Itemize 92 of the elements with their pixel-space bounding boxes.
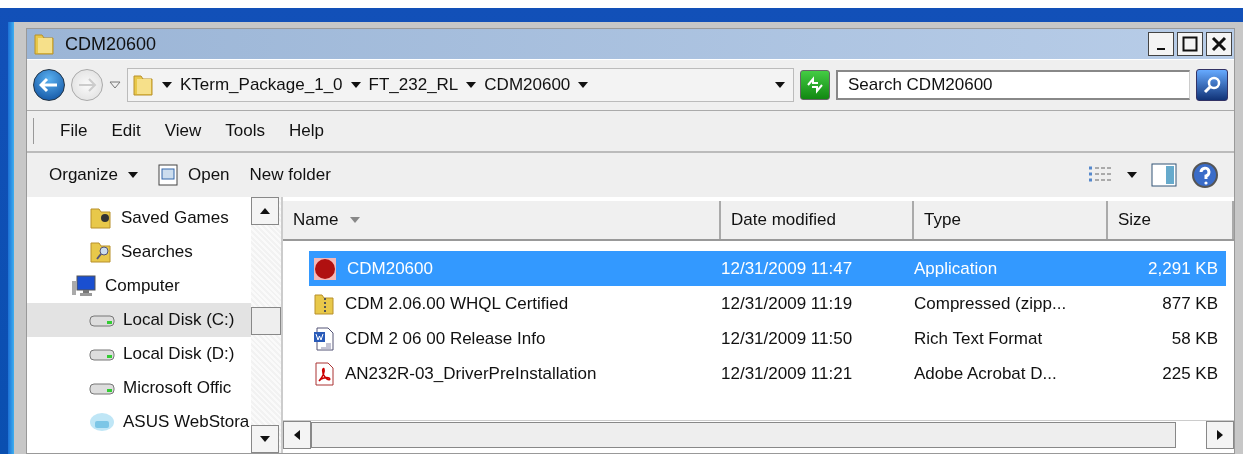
folder-icon (33, 32, 55, 56)
sort-caret-icon (350, 217, 361, 223)
preview-pane-button[interactable] (1148, 160, 1180, 190)
close-button[interactable] (1206, 32, 1232, 56)
sidebar-item[interactable]: Microsoft Offic (27, 371, 251, 405)
drive-icon (89, 347, 115, 361)
down-arrow-icon (260, 436, 270, 442)
sidebar-item[interactable]: Computer (27, 269, 251, 303)
search-folder-icon (89, 240, 113, 264)
search-button[interactable] (1196, 69, 1228, 101)
word-document-icon (313, 326, 335, 351)
file-name: CDM 2 06 00 Release Info (345, 328, 546, 349)
sidebar-item[interactable]: ASUS WebStora (27, 405, 251, 439)
close-icon (1211, 36, 1227, 52)
breadcrumb[interactable]: FT_232_RL (368, 75, 459, 95)
sidebar-item[interactable]: Saved Games (27, 201, 251, 235)
drive-icon (89, 381, 115, 395)
file-name: AN232R-03_DriverPreInstallation (345, 363, 597, 384)
chevron-icon (350, 82, 361, 88)
sidebar-item[interactable]: Local Disk (D:) (27, 337, 251, 371)
computer-icon (71, 275, 97, 297)
left-arrow-icon (294, 430, 300, 440)
size-cell-text: 877 KB (1161, 293, 1218, 314)
search-field[interactable]: Search CDM20600 (836, 70, 1190, 100)
size-cell-text: 225 KB (1161, 363, 1218, 384)
date-cell-text: 12/31/2009 11:19 (721, 293, 854, 314)
type-cell-text: Adobe Acrobat D... (914, 363, 1058, 384)
chevron-icon (162, 82, 172, 88)
scroll-right-button[interactable] (1206, 421, 1234, 449)
search-icon (1202, 75, 1222, 95)
file-row[interactable]: CDM 2 06 00 Release Info 12/31/2009 11:50 Rich Text Format 58 KB (309, 321, 1226, 356)
pdf-icon (313, 361, 335, 386)
folder-icon (89, 206, 113, 230)
caret-icon (128, 172, 138, 178)
refresh-button[interactable] (800, 70, 830, 100)
dropdown-icon (775, 82, 785, 88)
caret-icon (1127, 172, 1137, 178)
horizontal-scrollbar[interactable] (283, 420, 1234, 449)
menu-item[interactable]: View (152, 117, 214, 145)
type-cell-text: Rich Text Format (914, 328, 1044, 349)
breadcrumb[interactable]: KTerm_Package_1_0 (180, 75, 343, 95)
back-arrow-icon (39, 77, 59, 93)
application-icon (313, 256, 337, 281)
menu-item[interactable]: Edit (99, 117, 153, 145)
preview-pane-icon (1151, 163, 1177, 187)
file-name: CDM 2.06.00 WHQL Certified (345, 293, 569, 314)
details-view-icon (1087, 165, 1113, 185)
type-cell-text: Application (914, 258, 999, 279)
maximize-icon (1182, 36, 1198, 52)
refresh-icon (805, 76, 825, 94)
menu-item[interactable]: Help (276, 117, 336, 145)
scroll-thumb[interactable] (311, 422, 1176, 448)
file-row[interactable]: AN232R-03_DriverPreInstallation 12/31/2009 11:21 Adobe Acrobat D... 225 KB (309, 356, 1226, 391)
size-cell-text: 2,291 KB (1147, 258, 1218, 279)
size-cell-text: 58 KB (1170, 328, 1218, 349)
type-cell-text: Compressed (zipp... (914, 293, 1068, 314)
application-window-icon (158, 164, 178, 186)
scroll-up-button[interactable] (251, 197, 279, 225)
breadcrumb[interactable]: CDM20600 (484, 75, 571, 95)
date-cell-text: 12/31/2009 11:21 (721, 363, 854, 384)
organize-button[interactable]: Organize (43, 161, 144, 189)
zip-folder-icon (313, 291, 335, 316)
new-folder-button[interactable]: New folder (243, 161, 337, 189)
scroll-left-button[interactable] (283, 421, 311, 449)
drive-icon (89, 313, 115, 327)
open-button[interactable]: Open (152, 160, 236, 190)
sidebar-item[interactable]: Searches (27, 235, 251, 269)
back-button[interactable] (33, 69, 65, 101)
window-title: CDM20600 (65, 33, 158, 55)
cloud-drive-icon (89, 411, 115, 433)
maximize-button[interactable] (1177, 32, 1203, 56)
address-bar[interactable]: KTerm_Package_1_0 FT_232_RL CDM20600 (127, 68, 794, 102)
menu-item[interactable]: Tools (213, 117, 277, 145)
file-row[interactable]: CDM 2.06.00 WHQL Certified 12/31/2009 11:19 Compressed (zipp... 877 KB (309, 286, 1226, 321)
folder-icon (132, 73, 154, 97)
scroll-thumb[interactable] (251, 307, 281, 335)
right-arrow-icon (1217, 430, 1223, 440)
chevron-icon (578, 82, 589, 88)
sidebar-item[interactable]: Local Disk (C:) (27, 303, 251, 337)
date-cell-text: 12/31/2009 11:50 (721, 328, 854, 349)
scroll-down-button[interactable] (251, 425, 279, 453)
chevron-icon (466, 82, 477, 88)
forward-arrow-icon (77, 77, 97, 93)
minimize-button[interactable] (1148, 32, 1174, 56)
up-arrow-icon (260, 208, 270, 214)
date-cell-text: 12/31/2009 11:47 (721, 258, 854, 279)
vertical-scrollbar[interactable] (251, 197, 282, 453)
recent-pages-dropdown-icon[interactable] (109, 81, 121, 89)
help-icon (1191, 161, 1219, 189)
minimize-icon (1157, 48, 1165, 50)
menu-item[interactable]: File (48, 117, 100, 145)
file-name: CDM20600 (347, 258, 433, 279)
